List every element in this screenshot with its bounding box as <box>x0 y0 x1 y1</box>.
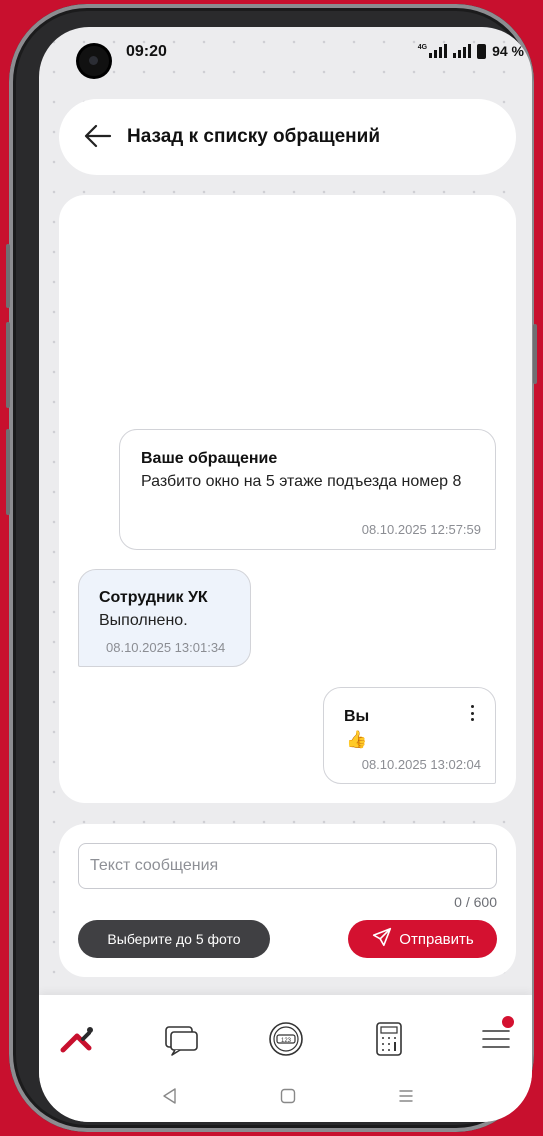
message-bubble-staff: Сотрудник УК Выполнено. 08.10.2025 13:01… <box>78 569 251 667</box>
send-icon <box>371 926 393 952</box>
signal-icon <box>429 44 448 58</box>
message-author: Ваше обращение <box>141 450 278 467</box>
message-timestamp: 08.10.2025 12:57:59 <box>361 522 481 537</box>
power-button <box>533 324 537 384</box>
side-button <box>6 429 10 515</box>
menu-icon[interactable] <box>476 1014 516 1059</box>
message-bubble-own: Вы 👍 08.10.2025 13:02:04 <box>323 687 496 784</box>
message-text: 👍 <box>346 730 368 749</box>
meter-icon[interactable]: 123 <box>266 1019 306 1059</box>
notification-badge <box>500 1014 516 1030</box>
chat-icon[interactable] <box>161 1019 201 1059</box>
status-icons: 4G 94 % <box>418 43 524 59</box>
message-timestamp: 08.10.2025 13:01:34 <box>106 640 226 655</box>
chat-panel[interactable]: Ваше обращение Разбито окно на 5 этаже п… <box>59 195 516 803</box>
bottom-tab-bar: 123 <box>39 995 532 1122</box>
calculator-icon[interactable] <box>369 1019 409 1059</box>
volume-up-button <box>6 244 10 308</box>
screen: 09:20 4G 94 % Назад к списку обращений В… <box>39 27 532 1122</box>
message-input[interactable] <box>78 843 497 889</box>
clock: 09:20 <box>126 43 167 60</box>
svg-text:123: 123 <box>281 1038 292 1044</box>
arrow-left-icon[interactable] <box>83 121 113 151</box>
status-bar: 09:20 4G 94 % <box>39 27 532 77</box>
message-timestamp: 08.10.2025 13:02:04 <box>361 757 481 772</box>
volume-down-button <box>6 322 10 408</box>
message-text: Разбито окно на 5 этаже подъезда номер 8 <box>141 473 462 490</box>
page-title[interactable]: Назад к списку обращений <box>127 126 380 148</box>
send-label: Отправить <box>399 930 474 948</box>
phone-frame: 09:20 4G 94 % Назад к списку обращений В… <box>6 4 537 1132</box>
signal-icon-2 <box>453 44 472 58</box>
header-bar: Назад к списку обращений <box>59 99 516 175</box>
message-text: Выполнено. <box>99 612 188 629</box>
message-bubble-request: Ваше обращение Разбито окно на 5 этаже п… <box>119 429 496 550</box>
select-photos-button[interactable]: Выберите до 5 фото <box>78 920 270 958</box>
more-vertical-icon[interactable] <box>467 703 477 723</box>
send-button[interactable]: Отправить <box>348 920 497 958</box>
char-counter: 0 / 600 <box>454 894 497 910</box>
back-triangle-icon[interactable] <box>159 1085 181 1107</box>
battery-icon <box>477 43 487 59</box>
recents-lines-icon[interactable] <box>395 1085 417 1107</box>
message-author: Вы <box>344 708 370 725</box>
home-logo-icon[interactable] <box>59 1019 99 1059</box>
battery-level: 94 % <box>492 43 524 59</box>
front-camera <box>79 46 109 76</box>
message-author: Сотрудник УК <box>99 589 208 606</box>
network-type: 4G <box>417 43 428 51</box>
compose-panel: 0 / 600 Выберите до 5 фото Отправить <box>59 824 516 977</box>
select-photos-label: Выберите до 5 фото <box>107 931 241 947</box>
home-square-icon[interactable] <box>277 1085 299 1107</box>
